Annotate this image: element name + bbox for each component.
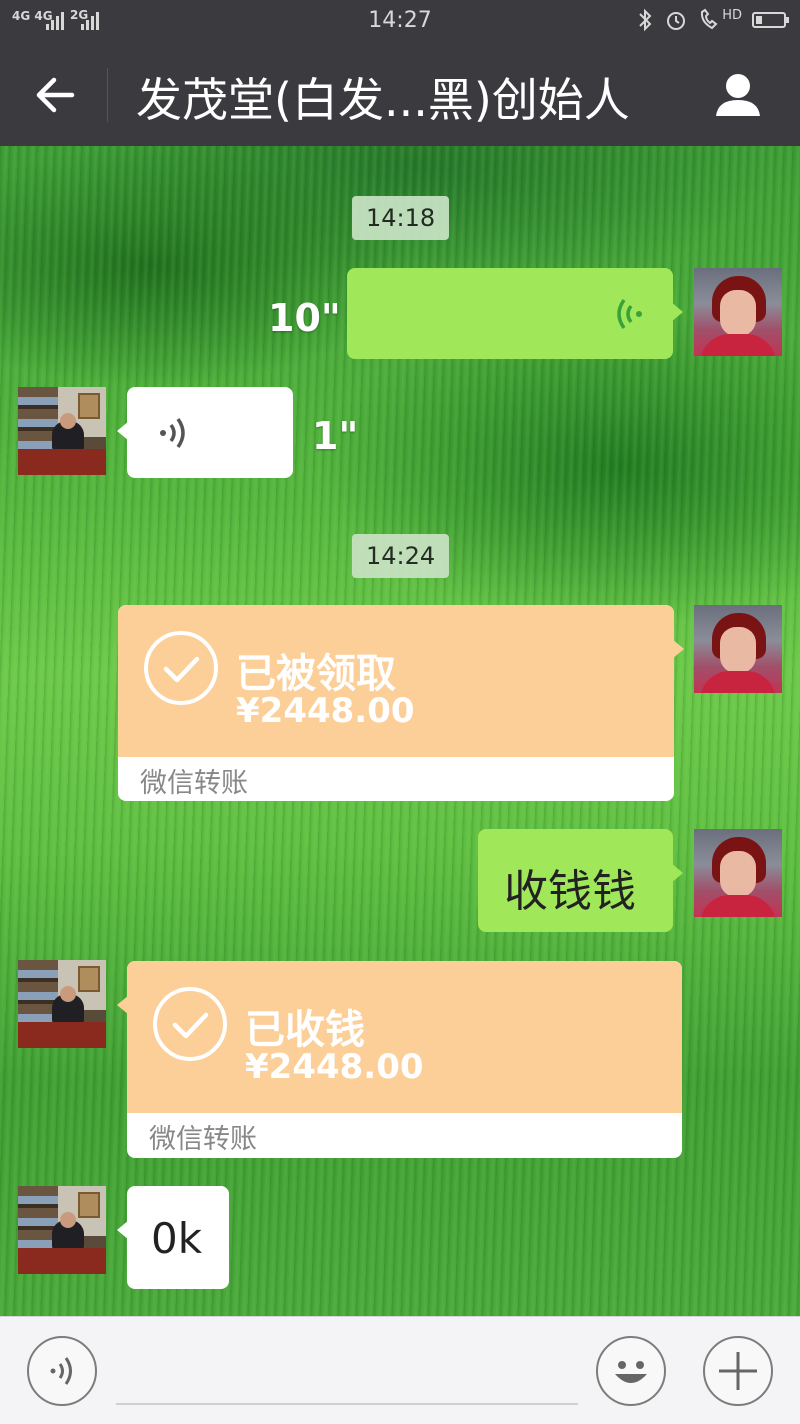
status-bar: 4G 4G 2G 14:27 HD [0,0,800,44]
check-circle-icon [153,987,227,1061]
timestamp: 14:24 [352,534,450,578]
message-input[interactable] [116,1403,578,1405]
plus-button[interactable] [703,1336,773,1406]
transfer-label: 微信转账 [140,768,248,799]
voice-wave-icon [617,298,642,330]
transfer-amount: ¥2448.00 [236,691,415,731]
input-bar [0,1316,800,1424]
transfer-amount: ¥2448.00 [245,1047,424,1087]
chat-area[interactable]: 14:18 10" 1" 14:24 已被领取 ¥2448.00 微信转账 收钱… [0,146,800,1316]
voice-wave-icon [160,417,185,449]
avatar-self[interactable] [694,605,782,693]
avatar-self[interactable] [694,829,782,917]
timestamp: 14:18 [352,196,450,240]
avatar-self[interactable] [694,268,782,356]
arrow-left-icon[interactable] [32,72,78,118]
emoji-button[interactable] [596,1336,666,1406]
avatar-contact[interactable] [18,960,106,1048]
emoji-icon [615,1361,647,1383]
message-text: 0k [151,1214,203,1263]
check-circle-icon [144,631,218,705]
transfer-card-out[interactable]: 已被领取 ¥2448.00 微信转账 [118,605,684,801]
voice-duration: 10" [268,296,341,340]
hd-label: HD [722,7,742,23]
chat-header: 发茂堂(白发...黑)创始人 [0,44,800,146]
person-icon[interactable] [714,70,762,118]
voice-message-out[interactable] [347,268,683,359]
battery-icon [752,12,789,28]
bluetooth-icon [639,8,652,32]
text-message-out[interactable]: 收钱钱 [478,829,683,932]
voice-input-icon [50,1357,72,1385]
text-message-in[interactable]: 0k [117,1186,229,1289]
header-divider [107,68,108,122]
voice-duration: 1" [312,414,359,458]
transfer-card-in[interactable]: 已收钱 ¥2448.00 微信转账 [117,961,682,1158]
voice-input-button[interactable] [27,1336,97,1406]
message-text: 收钱钱 [504,866,636,917]
avatar-contact[interactable] [18,387,106,475]
transfer-label: 微信转账 [149,1124,257,1155]
chat-title: 发茂堂(白发...黑)创始人 [136,73,630,127]
alarm-icon [667,12,686,30]
voice-message-in[interactable] [117,387,293,478]
avatar-contact[interactable] [18,1186,106,1274]
plus-icon [719,1352,757,1390]
hd-call-icon [701,8,718,30]
